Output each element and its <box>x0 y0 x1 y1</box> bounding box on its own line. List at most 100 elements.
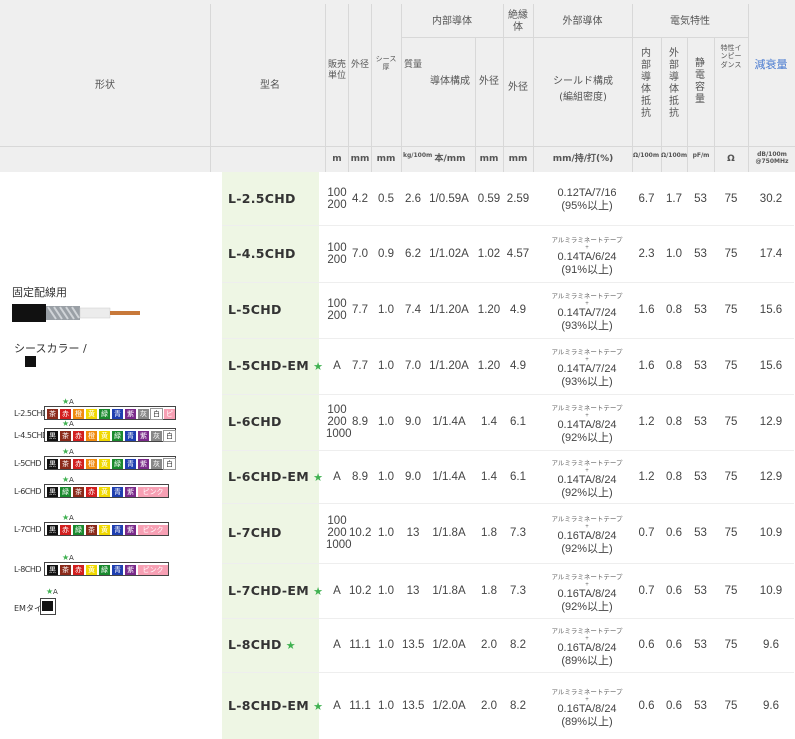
header-inner-group: 内部導体 <box>432 16 472 27</box>
row-separator <box>222 503 794 504</box>
inner-od-cell: 1.8 <box>481 527 497 539</box>
shield-cell: アルミラミネートテープ +0.14TA/8/24 (92%以上) <box>548 460 626 499</box>
header-insul-od: 外径 <box>508 82 528 93</box>
mass-cell: 2.6 <box>405 192 421 205</box>
ri-cell: 1.6 <box>638 304 655 316</box>
model-text: L-8CHD-EM <box>228 697 309 713</box>
att-cell: 12.9 <box>759 416 783 428</box>
sales-unit-line: 1000 <box>326 428 352 440</box>
att-cell: 10.9 <box>759 584 783 597</box>
unit-r-outer: Ω/100m <box>661 152 688 159</box>
cap-cell: 53 <box>694 247 707 260</box>
sheath-cell: 1.0 <box>378 360 394 372</box>
od-cell: 7.7 <box>352 360 368 372</box>
swatch-box: 黒赤緑茶黄青紫ピンク <box>44 522 169 536</box>
color-swatch: 青 <box>125 459 136 469</box>
shield-cell: アルミラミネートテープ +0.14TA/8/24 (92%以上) <box>548 405 626 444</box>
imp-cell: 75 <box>724 699 738 712</box>
ro-cell: 0.8 <box>666 304 682 316</box>
sheath-cell: 0.5 <box>378 192 394 205</box>
inner-cell: 1/0.59A <box>429 192 469 205</box>
inner-od-cell: 1.20 <box>477 360 501 372</box>
star-icon: ★ <box>308 470 324 484</box>
ri-cell: 0.6 <box>638 639 655 651</box>
model-text: L-5CHD <box>228 302 282 317</box>
row-separator <box>222 394 794 395</box>
shield-density: (92%以上) <box>561 486 613 499</box>
model-name: L-6CHD-EM ★ <box>228 469 323 484</box>
inner-od-cell: 1.20 <box>477 304 501 316</box>
od-cell: 10.2 <box>349 527 372 539</box>
od-cell: 11.1 <box>349 639 371 651</box>
att-cell: 15.6 <box>759 304 783 316</box>
color-swatch: 茶 <box>60 459 71 469</box>
color-swatch: 茶 <box>73 487 84 497</box>
unit-imp: Ω <box>727 154 735 164</box>
model-text: L-4.5CHD <box>228 245 296 261</box>
od-cell: 10.2 <box>349 584 372 597</box>
sheath-cell: 1.0 <box>378 584 394 597</box>
shield-cell: 0.12TA/7/16 (95%以上) <box>548 187 626 212</box>
unit-mass: kg/100m <box>403 152 433 159</box>
row-separator <box>222 563 794 564</box>
inner-od-cell: 0.59 <box>477 192 501 205</box>
color-swatch: 黒 <box>47 431 58 441</box>
star-icon: ★ <box>281 639 296 652</box>
model-name: L-8CHD ★ <box>228 637 296 652</box>
sales-unit-line: 100 <box>327 298 347 310</box>
cap-cell: 53 <box>694 584 707 597</box>
header-r-outer: 外部導体抵抗 <box>669 48 679 119</box>
swatch-row-label: L-2.5CHD <box>14 409 48 418</box>
shield-value: 0.14TA/8/24 <box>557 473 617 486</box>
a-letter: A <box>69 448 74 456</box>
header-elec-group: 電気特性 <box>670 16 710 27</box>
sales-unit-line: 100 <box>327 186 347 199</box>
shield-density: (95%以上) <box>561 199 613 212</box>
sheath-color-row: L-2.5CHD 茶赤橙黄緑青紫灰白ピ ★ A <box>14 397 214 422</box>
insul-od-cell: 7.3 <box>510 584 526 597</box>
inner-od-cell: 1.4 <box>481 416 497 428</box>
header-insul-group: 絶縁体 <box>508 10 528 33</box>
header-r-inner: 内部導体抵抗 <box>641 48 651 119</box>
color-swatch: 緑 <box>60 487 71 497</box>
color-swatch: 青 <box>112 565 123 575</box>
color-swatch: ピンク <box>138 525 168 535</box>
model-name: L-4.5CHD <box>228 246 296 261</box>
shield-density: (92%以上) <box>561 543 613 555</box>
mass-cell: 7.4 <box>405 304 421 316</box>
inner-cell: 1/1.4A <box>432 416 466 428</box>
att-cell: 9.6 <box>763 639 779 651</box>
a-letter: A <box>69 554 74 562</box>
att-cell: 12.9 <box>759 470 783 483</box>
color-swatch: 茶 <box>86 525 97 535</box>
model-name: L-5CHD-EM ★ <box>228 358 323 373</box>
color-swatch: 紫 <box>125 409 136 419</box>
color-swatch: 黄 <box>99 487 110 497</box>
ro-cell: 1.0 <box>666 247 682 260</box>
model-text: L-6CHD <box>228 414 282 429</box>
swatch-row-label: L-8CHD <box>14 565 42 574</box>
model-text: L-5CHD-EM <box>228 358 309 373</box>
sheath-cell: 1.0 <box>378 527 394 539</box>
inner-cell: 1/1.02A <box>429 247 469 260</box>
sheath-cell: 1.0 <box>378 470 394 483</box>
imp-cell: 75 <box>724 527 738 539</box>
sales-unit-line: A <box>333 699 341 712</box>
em-swatch-black <box>42 601 53 611</box>
shield-density: (91%以上) <box>561 263 613 276</box>
sales-unit-line: 100 <box>327 515 347 527</box>
color-swatch: 灰 <box>151 459 162 469</box>
color-swatch: 黄 <box>86 409 97 419</box>
od-cell: 11.1 <box>349 699 371 712</box>
color-swatch: 黒 <box>47 487 58 497</box>
model-text: L-6CHD-EM <box>228 468 309 484</box>
a-letter: A <box>69 398 74 406</box>
model-name: L-5CHD <box>228 302 282 317</box>
shield-tape: アルミラミネートテープ <box>551 573 623 581</box>
color-swatch: 紫 <box>125 565 136 575</box>
od-cell: 4.2 <box>352 192 368 205</box>
imp-cell: 75 <box>724 584 738 597</box>
color-swatch: 黄 <box>99 431 110 441</box>
unit-r-inner: Ω/100m <box>633 152 660 159</box>
color-swatch: 緑 <box>112 431 123 441</box>
